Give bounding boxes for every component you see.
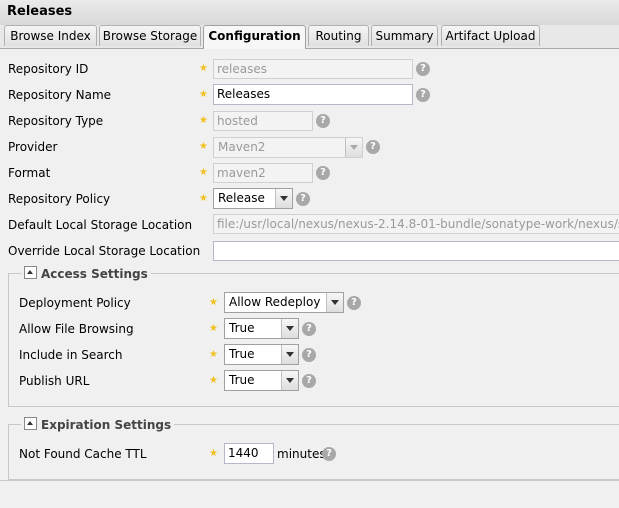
not-found-cache-ttl-input[interactable]: 1440 <box>224 443 274 464</box>
deployment-policy-label: Deployment Policy <box>19 296 131 310</box>
help-icon[interactable]: ? <box>416 62 430 76</box>
format-field[interactable]: maven2 <box>213 163 313 183</box>
required-star-icon: ★ <box>199 89 208 100</box>
default-storage-label: Default Local Storage Location <box>8 218 193 232</box>
expiration-settings-legend: Expiration Settings <box>21 417 175 432</box>
tab-strip: Browse Index Browse Storage Configuratio… <box>0 25 619 49</box>
help-icon[interactable]: ? <box>322 447 336 461</box>
required-star-icon: ★ <box>199 63 208 74</box>
window-title: Releases <box>7 4 73 19</box>
override-storage-field[interactable] <box>213 241 619 261</box>
repository-policy-select[interactable]: Release <box>213 188 293 209</box>
publish-url-select[interactable]: True <box>224 370 299 391</box>
help-icon[interactable]: ? <box>347 296 361 310</box>
expiration-settings-title: Expiration Settings <box>41 418 172 432</box>
chevron-down-icon[interactable] <box>345 138 362 157</box>
repository-type-label: Repository Type <box>8 114 104 128</box>
required-star-icon: ★ <box>209 323 218 334</box>
provider-select[interactable]: Maven2 <box>213 137 363 158</box>
format-label: Format <box>8 166 51 180</box>
chevron-down-icon[interactable] <box>281 371 298 390</box>
publish-url-value: True <box>229 373 255 387</box>
help-icon[interactable]: ? <box>302 374 316 388</box>
required-star-icon: ★ <box>199 167 208 178</box>
required-star-icon: ★ <box>209 297 218 308</box>
required-star-icon: ★ <box>209 375 218 386</box>
tab-browse-index[interactable]: Browse Index <box>4 25 97 46</box>
provider-select-value: Maven2 <box>218 140 266 154</box>
not-found-cache-ttl-label: Not Found Cache TTL <box>19 447 147 461</box>
window-titlebar: Releases <box>0 0 619 26</box>
tab-summary[interactable]: Summary <box>371 25 438 46</box>
required-star-icon: ★ <box>209 349 218 360</box>
tab-configuration[interactable]: Configuration <box>203 25 306 49</box>
chevron-down-icon[interactable] <box>281 345 298 364</box>
chevron-down-icon[interactable] <box>275 189 292 208</box>
repository-id-label: Repository ID <box>8 62 89 76</box>
include-in-search-value: True <box>229 347 255 361</box>
include-in-search-select[interactable]: True <box>224 344 299 365</box>
help-icon[interactable]: ? <box>302 348 316 362</box>
help-icon[interactable]: ? <box>302 322 316 336</box>
access-settings-legend: Access Settings <box>21 266 151 281</box>
deployment-policy-value: Allow Redeploy <box>229 295 321 309</box>
include-in-search-label: Include in Search <box>19 348 123 362</box>
repository-policy-label: Repository Policy <box>8 192 111 206</box>
allow-file-browsing-select[interactable]: True <box>224 318 299 339</box>
default-storage-field[interactable]: file:/usr/local/nexus/nexus-2.14.8-01-bu… <box>213 214 619 234</box>
required-star-icon: ★ <box>199 193 208 204</box>
tab-browse-storage[interactable]: Browse Storage <box>99 25 201 46</box>
repository-name-field[interactable]: Releases <box>213 84 413 105</box>
override-storage-label: Override Local Storage Location <box>8 244 201 258</box>
chevron-down-icon[interactable] <box>326 293 343 312</box>
provider-label: Provider <box>8 140 58 154</box>
required-star-icon: ★ <box>199 115 208 126</box>
required-star-icon: ★ <box>199 141 208 152</box>
tab-routing[interactable]: Routing <box>308 25 369 46</box>
deployment-policy-select[interactable]: Allow Redeploy <box>224 292 344 313</box>
repository-policy-value: Release <box>218 191 265 205</box>
repository-type-field[interactable]: hosted <box>213 111 313 131</box>
divider <box>0 480 619 481</box>
collapse-toggle-icon[interactable] <box>24 266 37 279</box>
repository-name-label: Repository Name <box>8 88 112 102</box>
repository-id-field[interactable]: releases <box>213 59 413 79</box>
help-icon[interactable]: ? <box>366 140 380 154</box>
ttl-unit-label: minutes <box>277 447 326 461</box>
help-icon[interactable]: ? <box>416 88 430 102</box>
access-settings-title: Access Settings <box>41 267 148 281</box>
tab-artifact-upload[interactable]: Artifact Upload <box>441 25 540 46</box>
help-icon[interactable]: ? <box>316 166 330 180</box>
help-icon[interactable]: ? <box>296 192 310 206</box>
publish-url-label: Publish URL <box>19 374 90 388</box>
allow-file-browsing-label: Allow File Browsing <box>19 322 134 336</box>
allow-file-browsing-value: True <box>229 321 255 335</box>
required-star-icon: ★ <box>209 448 218 459</box>
help-icon[interactable]: ? <box>316 114 330 128</box>
collapse-toggle-icon[interactable] <box>24 417 37 430</box>
chevron-down-icon[interactable] <box>281 319 298 338</box>
